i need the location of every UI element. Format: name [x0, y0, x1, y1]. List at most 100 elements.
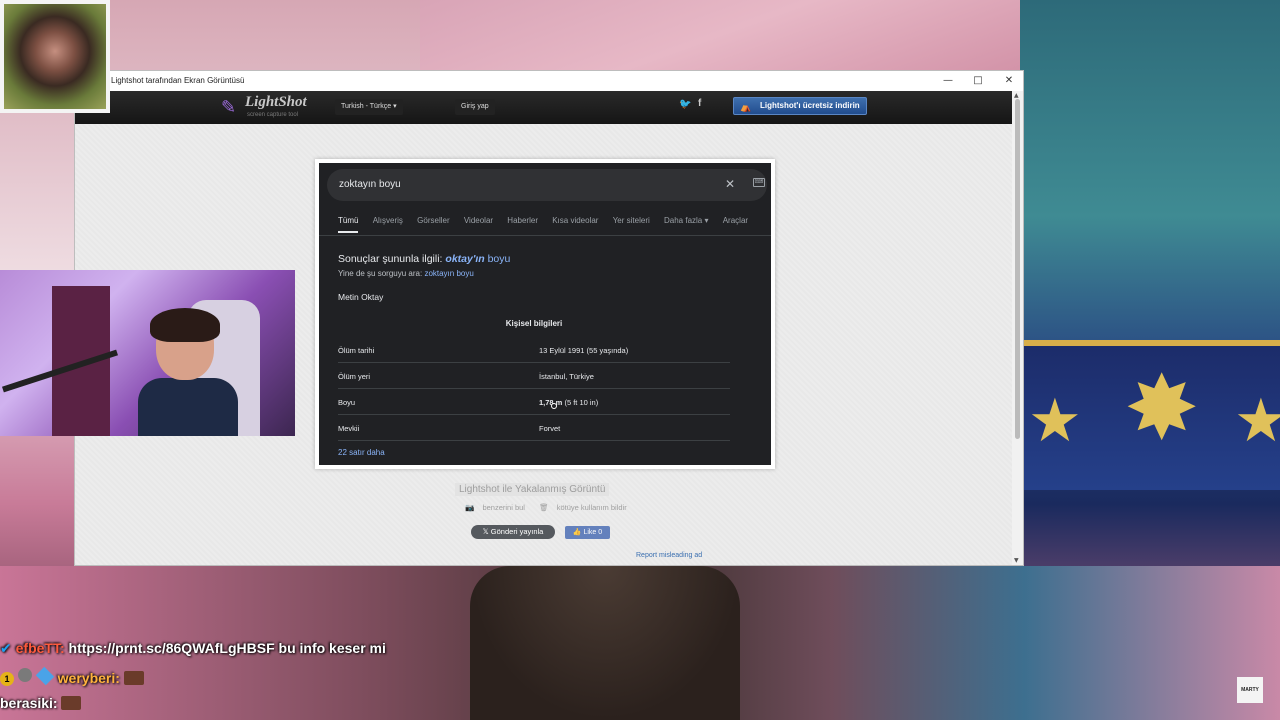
streamer-hair	[150, 308, 220, 342]
row-value: 13 Eylül 1991 (55 yaşında)	[539, 346, 629, 355]
more-rows-link: 22 satır daha	[338, 448, 385, 457]
emote-icon	[61, 696, 82, 710]
row-key: Boyu	[338, 398, 356, 407]
scroll-up-icon[interactable]: ▲	[1014, 92, 1019, 99]
table-row: Mevkii Forvet	[338, 415, 730, 441]
correction-prefix: Sonuçlar şununla ilgili:	[338, 253, 443, 265]
section-heading: Kişisel bilgileri	[505, 319, 563, 328]
chat-message: 1 weryberi:	[0, 666, 144, 686]
stream-watermark: MARTY	[1237, 677, 1263, 703]
screenshot-image: zoktayın boyu ✕ ⌨ Tümü Alışveriş Görsell…	[315, 159, 775, 469]
alt-query-link: zoktayın boyu	[424, 269, 474, 278]
window-title: Lightshot tarafından Ekran Görüntüsü	[111, 76, 245, 85]
lightshot-tagline: screen capture tool	[247, 112, 299, 118]
background-figure	[470, 566, 740, 720]
login-button[interactable]: Giriş yap	[455, 99, 495, 115]
tab-all: Tümü	[338, 216, 359, 233]
verified-icon: ✔	[0, 641, 12, 657]
chat-message: ✔ efbeTT: https://prnt.sc/86QWAfLgHBSF b…	[0, 640, 386, 657]
row-key: Ölüm yeri	[338, 372, 371, 381]
close-button[interactable]: ✕	[994, 73, 1024, 89]
search-instead: Yine de şu sorguyu ara: zoktayın boyu	[338, 269, 474, 278]
sub-badge-icon: 1	[0, 672, 14, 686]
tab-news: Haberler	[507, 216, 538, 225]
search-box: zoktayın boyu ✕ ⌨	[327, 169, 767, 201]
language-label: Turkish - Türkçe	[341, 103, 392, 110]
report-abuse-link[interactable]: 🗑 kötüye kullanım bildir	[539, 503, 633, 512]
monkey-webcam	[0, 0, 110, 113]
report-abuse-label: kötüye kullanım bildir	[556, 503, 627, 512]
like-label: Like 0	[583, 529, 603, 536]
maximize-button[interactable]: □	[963, 73, 993, 89]
tab-images: Görseller	[417, 216, 450, 225]
minimize-button[interactable]: —	[933, 73, 963, 89]
star-decoration-icon: ✸	[1124, 356, 1200, 461]
mouse-cursor-icon	[551, 403, 557, 409]
row-key: Mevkii	[338, 424, 360, 433]
tweet-button[interactable]: 𝕏 Gönderi yayınla	[471, 525, 555, 539]
tweet-label: Gönderi yayınla	[490, 527, 544, 536]
chat-message: berasiki:	[0, 695, 82, 711]
facebook-icon[interactable]: f	[698, 98, 701, 109]
twitter-icon[interactable]: 🐦	[679, 99, 691, 110]
chat-username: berasiki:	[0, 695, 58, 711]
scroll-thumb[interactable]	[1015, 99, 1020, 439]
tab-videos: Videolar	[463, 216, 494, 225]
find-similar-label: benzerini bul	[482, 503, 525, 512]
table-row: Ölüm yeri İstanbul, Türkiye	[338, 363, 730, 389]
streamer-body	[138, 378, 238, 436]
streamer	[138, 308, 238, 436]
image-actions: 📷 benzerini bul 🗑 kötüye kullanım bildir	[465, 503, 639, 512]
height-imperial: (5 ft 10 in)	[562, 398, 599, 407]
chat-text: https://prnt.sc/86QWAfLgHBSF bu info kes…	[68, 640, 386, 656]
tab-places: Yer siteleri	[612, 216, 650, 225]
download-icon: ⛺	[740, 103, 752, 113]
scrollbar[interactable]: ▲ ▼	[1012, 91, 1023, 565]
window-titlebar[interactable]: Lightshot tarafından Ekran Görüntüsü — □…	[75, 71, 1023, 91]
diamond-badge-icon	[35, 666, 54, 686]
row-value: Forvet	[539, 424, 561, 433]
avatar-badge-icon	[17, 668, 32, 682]
star-decoration-icon: ★	[1234, 386, 1280, 456]
feather-logo-icon: ✎	[221, 97, 237, 118]
row-value: 1,78 m (5 ft 10 in)	[539, 398, 598, 407]
monkey-image	[4, 4, 106, 109]
tab-shopping: Alışveriş	[372, 216, 403, 225]
table-row: Boyu 1,78 m (5 ft 10 in)	[338, 389, 730, 415]
like-button[interactable]: 👍 Like 0	[565, 526, 610, 539]
download-button[interactable]: ⛺ Lightshot'ı ücretsiz indirin	[733, 97, 867, 115]
correction-emphasis: oktay'ın	[445, 253, 485, 265]
find-similar-link[interactable]: 📷 benzerini bul	[465, 503, 531, 512]
google-results: zoktayın boyu ✕ ⌨ Tümü Alışveriş Görsell…	[319, 163, 771, 465]
search-tabs: Tümü Alışveriş Görseller Videolar Haberl…	[338, 216, 760, 233]
chat-username: efbeTT:	[15, 640, 65, 656]
emote-icon	[123, 671, 144, 685]
tab-short-videos: Kısa videolar	[552, 216, 599, 225]
chat-username: weryberi:	[57, 670, 120, 686]
scroll-down-icon[interactable]: ▼	[1014, 557, 1019, 564]
report-ad-link[interactable]: Report misleading ad	[636, 552, 702, 559]
background-table: ★ ✸ ★	[1024, 340, 1280, 490]
tabs-divider	[319, 235, 771, 236]
spelling-correction: Sonuçlar şununla ilgili: oktay'ın boyu	[338, 253, 510, 265]
table-row: Ölüm tarihi 13 Eylül 1991 (55 yaşında)	[338, 337, 730, 363]
camera-icon: 📷	[465, 503, 475, 512]
tab-tools: Araçlar	[722, 216, 749, 225]
tab-more: Daha fazla ▾	[664, 216, 709, 225]
x-logo-icon: 𝕏	[482, 527, 489, 536]
download-label: Lightshot'ı ücretsiz indirin	[760, 101, 860, 110]
star-decoration-icon: ★	[1028, 386, 1082, 456]
entity-name: Metin Oktay	[338, 292, 384, 302]
language-select[interactable]: Turkish - Türkçe ▾	[335, 99, 403, 115]
correction-rest: boyu	[487, 253, 511, 265]
lightshot-logo[interactable]: LightShot	[245, 94, 307, 111]
row-key: Ölüm tarihi	[338, 346, 375, 355]
chevron-down-icon: ▾	[393, 103, 397, 110]
alt-prefix: Yine de şu sorguyu ara:	[338, 269, 423, 278]
thumbs-up-icon: 👍	[572, 529, 582, 536]
image-caption: Lightshot ile Yakalanmış Görüntü	[455, 483, 610, 496]
streamer-webcam	[0, 270, 295, 436]
search-query: zoktayın boyu	[339, 179, 401, 190]
clear-icon: ✕	[725, 177, 736, 191]
trash-icon: 🗑	[539, 503, 549, 512]
